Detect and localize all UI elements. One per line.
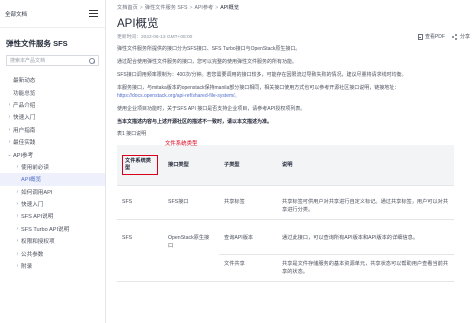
chevron-right-icon: ›: [8, 126, 11, 133]
table-row: 文件共享 共享是文件存储服务的基本资源单元，共享状态可以帮助用户查看当前共享的状…: [117, 254, 454, 282]
updated-time: 更新时间：2022-06-13 GMT+08:00: [117, 35, 193, 40]
sidebar-header: 全部文档: [0, 0, 105, 28]
search-box[interactable]: 搜索本产品文档: [6, 55, 99, 66]
paragraph: 弹性文件服务所提供的接口分为SFS接口、SFS Turbo接口与OpenStac…: [117, 46, 301, 52]
chevron-down-icon: ⌄: [7, 151, 12, 158]
sidebar-item-permissions[interactable]: › 权限和授权项: [0, 235, 105, 247]
sidebar-item-features[interactable]: 功能总览: [0, 86, 105, 98]
table-row: SFS SFS接口 共享标签 共享标签可供用户对共享进行自定义标记。通过共享标签…: [117, 185, 454, 220]
breadcrumb-sfs[interactable]: 弹性文件服务 SFS: [145, 5, 188, 11]
api-table: 文件系统类型 接口类型 子类型 说明 SFS SFS接口 共享标签 共享标签可供…: [117, 145, 454, 282]
table-cell: OpenStack原生接口: [168, 234, 210, 249]
sidebar-item-how-to-call[interactable]: › 如何调用API: [0, 186, 105, 198]
breadcrumb-current: API概览: [220, 5, 240, 11]
chevron-right-icon: ›: [16, 201, 19, 208]
table-cell: [117, 254, 163, 282]
paragraph: 本服务接口，与mitaka版本的openstack保持manila部分接口相同，…: [117, 85, 400, 99]
table-cell: SFS接口: [163, 185, 219, 220]
sidebar-item-appendix[interactable]: › 附录: [0, 260, 105, 272]
breadcrumb-docs-home[interactable]: 文档首页: [117, 5, 138, 11]
openstack-doc-link[interactable]: https://docs.openstack.org/api-ref/share…: [117, 93, 240, 99]
sidebar-title: 弹性文件服务 SFS: [6, 39, 68, 48]
chevron-right-icon: ›: [16, 225, 19, 232]
notice-paragraph: 当本文描述内容与上述开源社区的描述不一致时，请以本文描述为准。: [117, 119, 273, 125]
article-body: 弹性文件服务所提供的接口分为SFS接口、SFS Turbo接口与OpenStac…: [117, 45, 474, 282]
table-cell: SFS: [122, 234, 133, 241]
chevron-right-icon: ›: [16, 213, 19, 220]
all-docs-link[interactable]: 全部文档: [5, 10, 27, 18]
api-table-wrapper: 文件系统类型 文件系统类型 接口类型 子类型 说明 SFS SFS接口 共享标签: [117, 141, 465, 282]
sidebar-item-common-params[interactable]: › 公共参数: [0, 247, 105, 259]
table-caption: 表1 接口说明: [117, 131, 147, 137]
sidebar-item-intro[interactable]: › 产品介绍: [0, 99, 105, 111]
table-cell: 共享标签: [219, 185, 277, 220]
col-header-fs-type: 文件系统类型: [117, 145, 163, 186]
table-cell: SFS: [117, 185, 163, 220]
paragraph: 使用企业项目功能时，关于SFS API 接口是否支持企业项目，请参考API授权项…: [117, 106, 306, 112]
chevron-right-icon: ›: [16, 238, 19, 245]
view-pdf-button[interactable]: 查看PDF: [417, 33, 445, 40]
sidebar-item-before-use[interactable]: › 使用前必读: [0, 161, 105, 173]
sidebar-item-sfs-api[interactable]: › SFS API说明: [0, 210, 105, 222]
chevron-right-icon: ›: [16, 188, 19, 195]
table-cell: 通过此接口，可以查询所有API版本和API版本的详细信息。: [277, 219, 454, 255]
col-header-api-type: 接口类型: [163, 145, 219, 186]
sidebar-item-api-reference[interactable]: ⌄ API参考: [0, 148, 105, 160]
sidebar-nav: 最新动态 功能总览 › 产品介绍 › 快速入门 › 用户指南 › 最佳实践 ⌄ API参考…: [0, 74, 105, 272]
sidebar-item-user-guide[interactable]: › 用户指南: [0, 124, 105, 136]
table-cell: 共享是文件存储服务的基本资源单元，共享状态可以帮助用户查看当前共享的状态。: [277, 254, 454, 282]
sidebar-item-sfs-turbo-api[interactable]: › SFS Turbo API说明: [0, 223, 105, 235]
pdf-icon: [417, 33, 423, 40]
sidebar-item-quickstart[interactable]: › 快速入门: [0, 111, 105, 123]
sidebar-item-best-practice[interactable]: › 最佳实践: [0, 136, 105, 148]
col-header-subtype: 子类型: [219, 145, 277, 186]
meta-row: 更新时间：2022-06-13 GMT+08:00 查看PDF 分享: [117, 33, 474, 40]
table-cell: 共享标签可供用户对共享进行自定义标记。通过共享标签，用户可以对共享进行分类。: [277, 185, 454, 220]
search-input[interactable]: 搜索本产品文档: [10, 57, 89, 64]
red-annotation: 文件系统类型: [165, 141, 198, 147]
chevron-right-icon: ›: [8, 101, 11, 108]
chevron-right-icon: ›: [16, 250, 19, 257]
page-tools: 查看PDF 分享: [417, 33, 470, 40]
chevron-right-icon: ›: [16, 263, 19, 270]
table-header-row: 文件系统类型 接口类型 子类型 说明: [117, 145, 454, 186]
chevron-right-icon: ›: [8, 139, 11, 146]
menu-icon[interactable]: [89, 10, 98, 17]
sidebar-item-api-quickstart[interactable]: › 快速入门: [0, 198, 105, 210]
chevron-right-icon: ›: [8, 114, 11, 121]
col-header-description: 说明: [277, 145, 454, 186]
breadcrumb-api-reference[interactable]: API参考: [194, 5, 213, 11]
sidebar-item-latest[interactable]: 最新动态: [0, 74, 105, 86]
paragraph: SFS接口调用频率限制为：400次/分钟。若您需要调用的接口较多，可能存在因限流…: [117, 72, 407, 78]
main-content: 文档首页 > 弹性文件服务 SFS > API参考 > API概览 API概览 更新时间：2…: [106, 0, 474, 323]
sidebar: 全部文档 弹性文件服务 SFS 搜索本产品文档 最新动态 功能总览 › 产品介绍 …: [0, 0, 106, 323]
search-icon[interactable]: [89, 57, 95, 64]
chevron-right-icon: ›: [16, 163, 19, 170]
page-title: API概览: [117, 18, 159, 30]
table-cell: 文件共享: [219, 254, 277, 282]
breadcrumb: 文档首页 > 弹性文件服务 SFS > API参考 > API概览: [117, 5, 240, 11]
highlight-box: 文件系统类型: [122, 154, 158, 175]
paragraph: 通过配合使用弹性文件服务的接口，您可以完整的使用弹性文件服务的所有功能。: [117, 59, 298, 65]
sidebar-item-api-overview[interactable]: API概览: [0, 173, 105, 186]
table-cell: 查询API版本: [219, 219, 277, 255]
table-cell: [163, 254, 219, 282]
share-button[interactable]: 分享: [451, 33, 470, 40]
share-icon: [451, 33, 458, 40]
table-row: SFS OpenStack原生接口 查询API版本 通过此接口，可以查询所有AP…: [117, 219, 454, 255]
